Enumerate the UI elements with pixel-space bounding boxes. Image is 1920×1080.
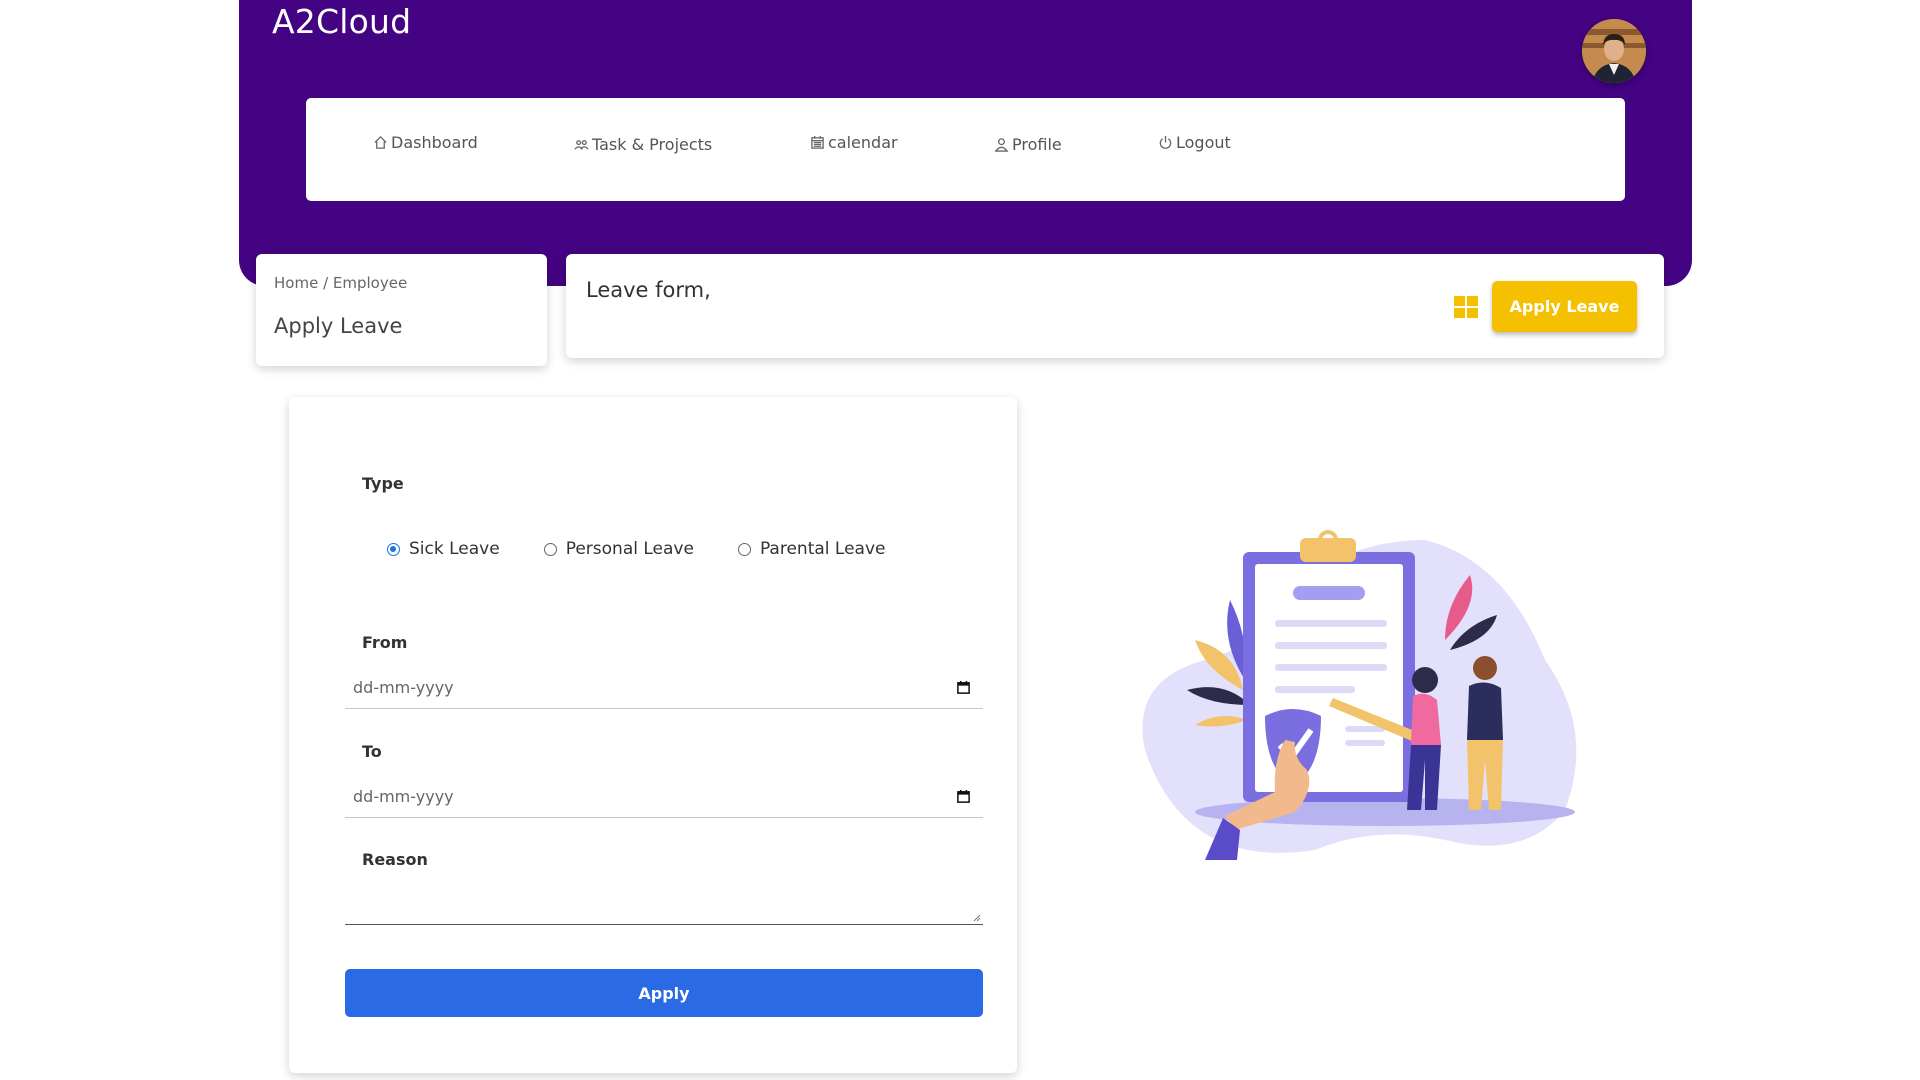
nav-calendar[interactable]: calendar (810, 128, 898, 156)
main-navbar: Dashboard Task & Projects calendar Profi… (306, 98, 1625, 201)
radio-button[interactable] (543, 542, 557, 556)
type-label: Type (362, 474, 404, 493)
nav-logout[interactable]: Logout (1158, 128, 1231, 156)
resize-handle-icon[interactable] (973, 914, 981, 922)
radio-personal-leave[interactable]: Personal Leave (543, 539, 694, 559)
radio-button[interactable] (387, 542, 400, 556)
user-icon (994, 137, 1009, 152)
calendar-picker-icon[interactable] (956, 789, 971, 804)
nav-profile-label: Profile (1012, 134, 1062, 154)
to-date-placeholder: dd-mm-yyyy (353, 787, 454, 806)
user-avatar[interactable] (1582, 19, 1646, 83)
calendar-picker-icon[interactable] (956, 680, 971, 695)
from-label: From (362, 633, 408, 652)
home-icon (374, 135, 387, 149)
calendar-icon (811, 135, 824, 149)
page-title: Apply Leave (274, 314, 403, 338)
grid-icon[interactable] (1454, 296, 1478, 318)
nav-task-projects[interactable]: Task & Projects (574, 130, 712, 158)
radio-parental-leave[interactable]: Parental Leave (737, 539, 886, 559)
from-date-input[interactable]: dd-mm-yyyy (345, 668, 983, 709)
users-icon (574, 139, 589, 150)
nav-logout-label: Logout (1176, 132, 1231, 152)
leave-form-illustration (1142, 530, 1577, 860)
leave-form-title: Leave form, (586, 278, 711, 302)
power-icon (1159, 135, 1172, 149)
from-date-placeholder: dd-mm-yyyy (353, 678, 454, 697)
nav-task-projects-label: Task & Projects (592, 134, 713, 154)
apply-submit-button[interactable]: Apply (345, 969, 983, 1017)
reason-textarea[interactable] (345, 852, 983, 925)
to-label: To (362, 742, 382, 761)
nav-dashboard-label: Dashboard (391, 132, 478, 152)
leave-type-radio-group: Sick Leave Personal Leave Parental Leave (387, 539, 929, 559)
nav-profile[interactable]: Profile (994, 130, 1062, 158)
radio-button[interactable] (737, 542, 751, 556)
to-date-input[interactable]: dd-mm-yyyy (345, 777, 983, 818)
nav-dashboard[interactable]: Dashboard (373, 128, 478, 156)
breadcrumb[interactable]: Home / Employee (274, 274, 407, 292)
radio-sick-leave-label: Sick Leave (409, 539, 500, 559)
radio-parental-leave-label: Parental Leave (759, 539, 886, 559)
radio-personal-leave-label: Personal Leave (565, 539, 694, 559)
leave-form-header-card: Leave form, Apply Leave (566, 254, 1664, 358)
nav-calendar-label: calendar (828, 132, 898, 152)
radio-sick-leave[interactable]: Sick Leave (387, 539, 500, 559)
breadcrumb-card: Home / Employee Apply Leave (256, 254, 547, 366)
leave-form-card: Type Sick Leave Personal Leave Parental … (289, 397, 1017, 1073)
brand-logo[interactable]: A2Cloud (272, 2, 411, 41)
apply-leave-button[interactable]: Apply Leave (1492, 281, 1637, 332)
